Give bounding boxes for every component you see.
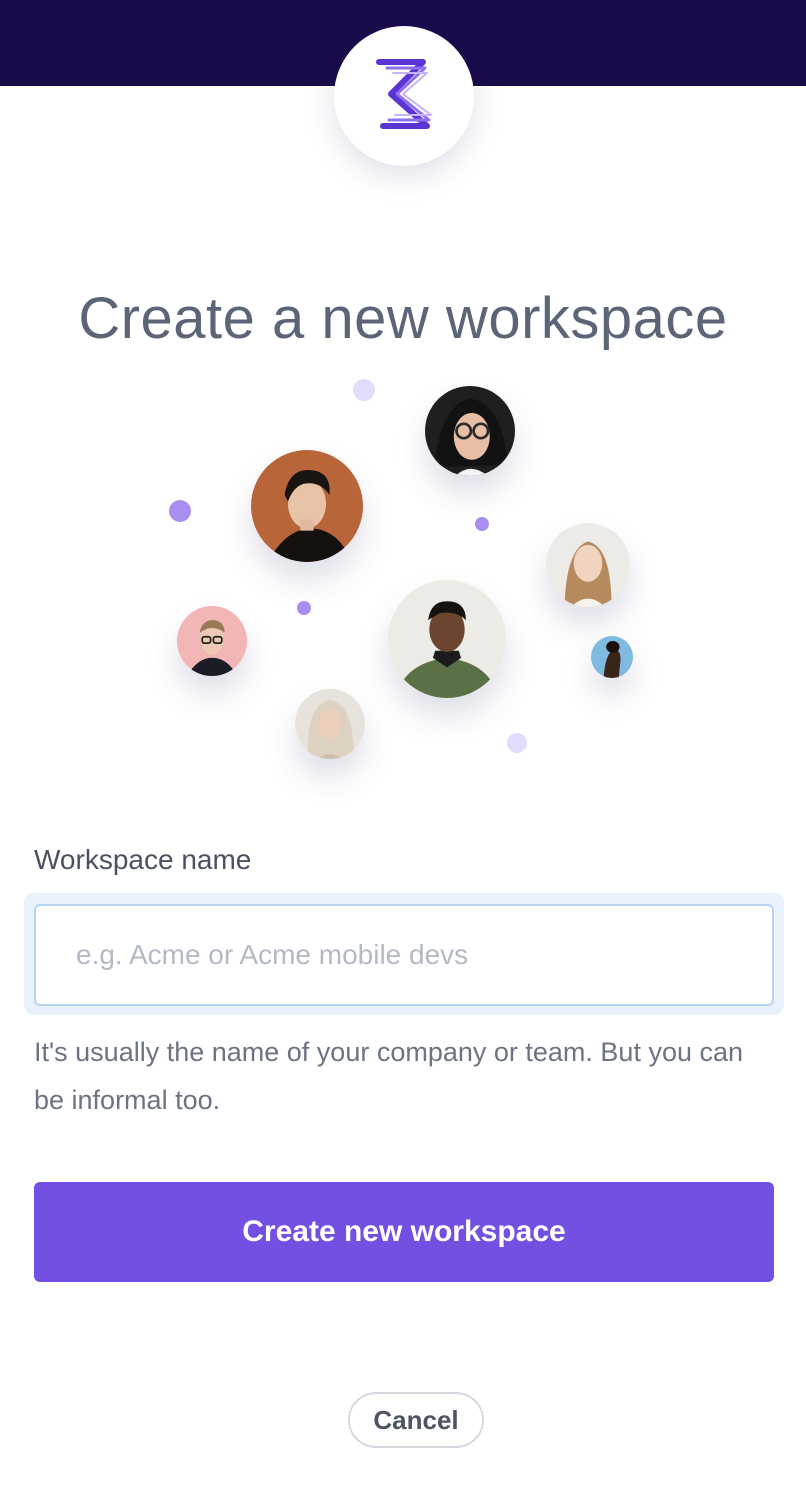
workspace-name-label: Workspace name bbox=[34, 844, 252, 875]
workspace-name-input[interactable] bbox=[34, 904, 774, 1006]
create-workspace-button[interactable]: Create new workspace bbox=[34, 1182, 774, 1282]
avatar-woman-profile bbox=[591, 636, 633, 678]
decorative-dot bbox=[507, 733, 527, 753]
decorative-dot bbox=[169, 500, 191, 522]
avatar-man-green-sweater bbox=[388, 580, 506, 698]
cancel-button[interactable]: Cancel bbox=[348, 1392, 484, 1448]
brand-logo bbox=[334, 26, 474, 166]
decorative-dot bbox=[353, 379, 375, 401]
team-illustration bbox=[0, 360, 806, 780]
s-logo-icon bbox=[373, 58, 435, 135]
workspace-name-help-text: It's usually the name of your company or… bbox=[34, 1037, 744, 1115]
avatar-man-glasses bbox=[177, 606, 247, 676]
avatar-woman-blonde bbox=[295, 689, 365, 759]
avatar-man-dark-hair bbox=[251, 450, 363, 562]
decorative-dot bbox=[475, 517, 489, 531]
avatar-woman-glasses bbox=[425, 386, 515, 476]
decorative-dot bbox=[297, 601, 311, 615]
page-title: Create a new workspace bbox=[78, 285, 728, 351]
avatar-woman-braid bbox=[546, 523, 630, 607]
